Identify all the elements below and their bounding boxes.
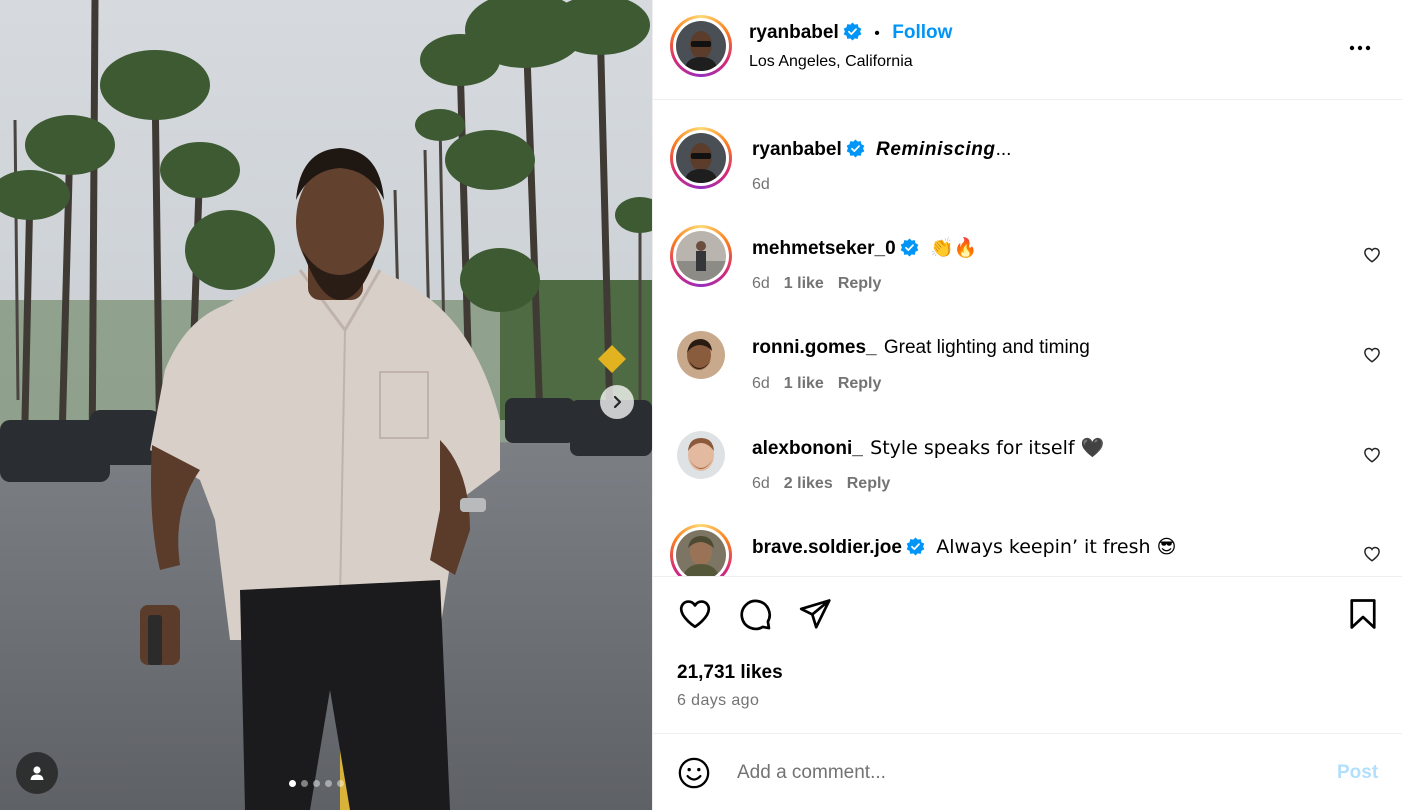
like-button[interactable] — [677, 596, 713, 637]
instagram-post: ryanbabel • Follow Los Angeles, Californ… — [0, 0, 1402, 810]
comment-likes[interactable]: 1 like — [784, 275, 824, 292]
share-icon — [799, 599, 831, 629]
caption-username[interactable]: ryanbabel — [752, 139, 842, 160]
comment-avatar[interactable] — [670, 225, 732, 287]
comment-input[interactable] — [737, 758, 1297, 788]
carousel-dot — [313, 780, 320, 787]
emoji-picker-button[interactable] — [677, 756, 711, 795]
comment-avatar[interactable] — [677, 331, 725, 379]
reply-button[interactable]: Reply — [838, 375, 882, 392]
comment-like-heart-icon[interactable] — [1363, 246, 1381, 264]
post-details-panel: ryanbabel • Follow Los Angeles, Californ… — [652, 0, 1402, 810]
comment-text: Always keepin’ it fresh 😎 — [936, 536, 1177, 558]
chevron-right-icon — [613, 395, 622, 409]
save-button[interactable] — [1345, 596, 1381, 637]
comment-avatar[interactable] — [677, 431, 725, 479]
author-username[interactable]: ryanbabel — [749, 22, 839, 43]
tagged-users-button[interactable] — [16, 752, 58, 794]
emoji-icon — [678, 757, 710, 789]
comment-text: Great lighting and timing — [883, 337, 1090, 358]
comment-likes[interactable]: 1 like — [784, 375, 824, 392]
comments-list[interactable]: ryanbabel Reminiscing... 6d mehmetseker_… — [653, 101, 1402, 577]
comment-username[interactable]: ronni.gomes_ — [752, 337, 877, 358]
follow-button[interactable]: Follow — [892, 22, 952, 43]
comment-time[interactable]: 6d — [752, 475, 770, 492]
author-avatar[interactable] — [670, 15, 732, 77]
more-icon — [1349, 45, 1371, 51]
likes-count[interactable]: 21,731 likes — [677, 662, 783, 684]
header-separator: • — [874, 25, 880, 42]
comment-icon — [740, 599, 771, 631]
post-media[interactable] — [0, 0, 652, 810]
comment-avatar-image — [677, 431, 725, 479]
caption-time[interactable]: 6d — [752, 176, 770, 193]
post-header: ryanbabel • Follow Los Angeles, Californ… — [653, 0, 1402, 100]
verified-badge-icon — [846, 139, 865, 158]
carousel-dot — [289, 780, 296, 787]
caption-ellipsis: ... — [995, 139, 1012, 160]
comment-avatar[interactable] — [670, 524, 732, 576]
verified-badge-icon — [906, 537, 925, 556]
share-button[interactable] — [797, 596, 833, 637]
heart-icon — [679, 600, 711, 629]
post-comment-button[interactable]: Post — [1337, 762, 1378, 784]
comment-like-heart-icon[interactable] — [1363, 545, 1381, 563]
comment-composer: Post — [653, 733, 1402, 810]
comment-likes[interactable]: 2 likes — [784, 475, 833, 492]
comment-username[interactable]: mehmetseker_0 — [752, 238, 896, 259]
action-bar — [653, 596, 1402, 640]
caption-author-avatar-image — [676, 133, 726, 183]
comment-text: Style speaks for itself 🖤 — [870, 437, 1105, 459]
comment-text: 👏🔥 — [929, 237, 978, 259]
caption-author-avatar[interactable] — [670, 127, 732, 189]
post-timestamp[interactable]: 6 days ago — [677, 692, 759, 710]
comment-avatar-image — [676, 231, 726, 281]
comment-like-heart-icon[interactable] — [1363, 446, 1381, 464]
carousel-dot — [325, 780, 332, 787]
more-options-button[interactable] — [1348, 36, 1372, 65]
comment-username[interactable]: brave.soldier.joe — [752, 537, 902, 558]
user-tag-icon — [30, 766, 44, 780]
carousel-dot — [337, 780, 344, 787]
author-avatar-image — [676, 21, 726, 71]
carousel-dot — [301, 780, 308, 787]
next-slide-button[interactable] — [600, 385, 634, 419]
comment-avatar-image — [677, 331, 725, 379]
reply-button[interactable]: Reply — [838, 275, 882, 292]
verified-badge-icon — [843, 22, 862, 41]
verified-badge-icon — [900, 238, 918, 257]
reply-button[interactable]: Reply — [847, 475, 891, 492]
post-location[interactable]: Los Angeles, California — [749, 53, 913, 71]
comment-button[interactable] — [737, 596, 773, 637]
caption-text: Reminiscing — [876, 139, 996, 160]
bookmark-icon — [1350, 599, 1376, 629]
comment-avatar-image — [676, 530, 726, 576]
comment-time[interactable]: 6d — [752, 275, 770, 292]
comment-username[interactable]: alexbononi_ — [752, 438, 863, 459]
comment-time[interactable]: 6d — [752, 375, 770, 392]
post-photo — [0, 0, 652, 810]
comment-like-heart-icon[interactable] — [1363, 346, 1381, 364]
carousel-indicator — [289, 780, 344, 787]
